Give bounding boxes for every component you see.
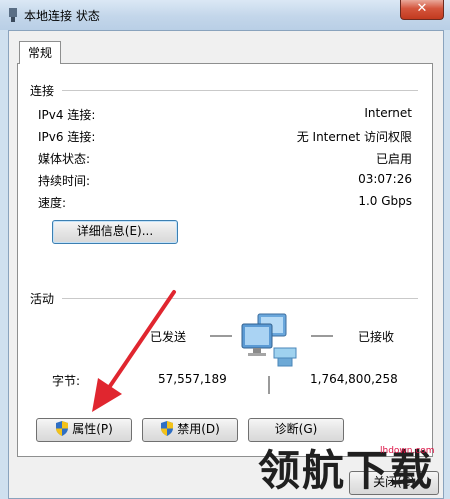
- activity-divider-vertical: [268, 376, 270, 394]
- window-close-button[interactable]: ✕: [400, 0, 444, 20]
- duration-label: 持续时间:: [38, 174, 91, 188]
- general-tab-panel: 连接 IPv4 连接: Internet IPv6 连接: 无 Internet…: [17, 63, 433, 457]
- duration-value: 03:07:26: [358, 172, 412, 186]
- connection-divider: [62, 90, 418, 91]
- sent-activity-line: [210, 335, 232, 337]
- connection-section-label: 连接: [30, 84, 55, 98]
- network-computers-icon: [241, 313, 297, 367]
- bytes-received-value: 1,764,800,258: [310, 372, 398, 386]
- received-activity-line: [311, 335, 333, 337]
- bytes-sent-value: 57,557,189: [158, 372, 227, 386]
- uac-shield-icon: [161, 421, 174, 436]
- ipv4-value: Internet: [364, 106, 412, 120]
- media-state-value: 已启用: [375, 152, 412, 166]
- activity-section-label: 活动: [30, 292, 55, 306]
- disable-button-label: 禁用(D): [177, 422, 220, 436]
- properties-button-label: 属性(P): [72, 422, 113, 436]
- window-title: 本地连接 状态: [24, 9, 100, 23]
- disable-button[interactable]: 禁用(D): [142, 418, 238, 442]
- tab-general[interactable]: 常规: [19, 41, 61, 64]
- bytes-label: 字节:: [52, 374, 81, 388]
- speed-label: 速度:: [38, 196, 67, 210]
- activity-divider: [62, 298, 418, 299]
- ipv4-label: IPv4 连接:: [38, 108, 96, 122]
- dialog-client-area: 常规 连接 IPv4 连接: Internet IPv6 连接: 无 Inter…: [8, 30, 444, 499]
- properties-button[interactable]: 属性(P): [36, 418, 132, 442]
- uac-shield-icon: [56, 421, 69, 436]
- watermark-url: lhdown.com: [380, 446, 435, 456]
- speed-value: 1.0 Gbps: [358, 194, 412, 208]
- media-state-label: 媒体状态:: [38, 152, 91, 166]
- title-bar: 本地连接 状态: [0, 0, 450, 30]
- ipv6-label: IPv6 连接:: [38, 130, 96, 144]
- ipv6-value: 无 Internet 访问权限: [296, 130, 412, 144]
- received-label: 已接收: [358, 330, 395, 344]
- details-button[interactable]: 详细信息(E)...: [52, 220, 178, 244]
- network-adapter-icon: [9, 8, 17, 22]
- sent-label: 已发送: [150, 330, 187, 344]
